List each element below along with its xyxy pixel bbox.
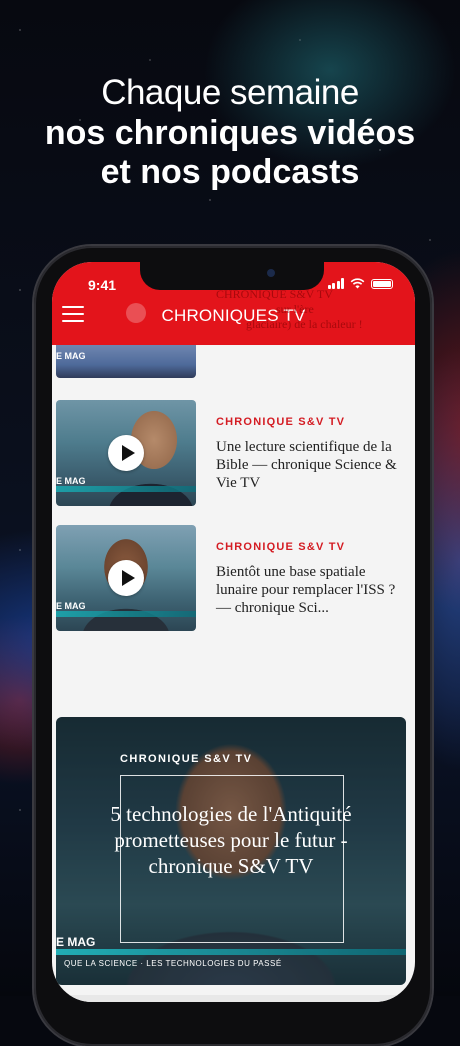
featured-title[interactable]: 5 technologies de l'Antiquité prometteus… <box>86 801 376 879</box>
featured-category: CHRONIQUE S&V TV <box>120 753 253 765</box>
play-icon[interactable] <box>108 435 144 471</box>
article-category: CHRONIQUE S&V TV <box>216 541 346 553</box>
featured-thumb-label: E MAG <box>56 935 96 949</box>
article-title[interactable]: Bientôt une base spatiale lunaire pour r… <box>216 563 406 617</box>
thumbnail-label: E MAG <box>56 601 86 611</box>
scrolled-item-ghost: CHRONIQUE S&V TV sur l'ère glaciaire) de… <box>126 287 363 332</box>
thumbnail-label: E MAG <box>56 476 86 486</box>
thumbnail-label: E MAG <box>56 351 86 361</box>
promo-headline: Chaque semaine nos chroniques vidéos et … <box>0 72 460 192</box>
video-thumbnail[interactable]: E MAG <box>56 400 196 506</box>
lower-third-bar <box>56 486 196 492</box>
featured-article[interactable]: CHRONIQUE S&V TV 5 technologies de l'Ant… <box>56 717 406 985</box>
promo-line-1: Chaque semaine <box>101 73 359 112</box>
lower-third-bar <box>56 949 406 955</box>
battery-icon <box>371 278 393 289</box>
promo-line-2: nos chroniques vidéos <box>44 114 416 152</box>
app-screen: 9:41 CHRONIQUES TV CHRONIQUE S&V TV sur … <box>52 262 415 1002</box>
ghost-play-icon <box>126 303 146 323</box>
phone-notch <box>140 262 324 290</box>
list-item[interactable]: E MAG CHRONIQUE S&V TV Une lecture scien… <box>56 400 415 506</box>
article-category: CHRONIQUE S&V TV <box>216 416 346 428</box>
article-title[interactable]: Une lecture scientifique de la Bible — c… <box>216 438 406 492</box>
play-icon[interactable] <box>108 560 144 596</box>
lower-third-bar <box>56 611 196 617</box>
featured-thumb-subtitle: QUE LA SCIENCE · LES TECHNOLOGIES DU PAS… <box>64 959 282 968</box>
bottom-strip <box>52 995 415 1002</box>
ghost-title-1: sur l'ère <box>276 302 314 316</box>
ghost-title-2: glaciaire) de la chaleur ! <box>246 317 363 331</box>
list-item[interactable]: E MAG CHRONIQUE S&V TV Bientôt une base … <box>56 525 415 631</box>
promo-line-3: et nos podcasts <box>100 153 360 191</box>
status-time: 9:41 <box>88 277 117 293</box>
front-camera <box>267 269 275 277</box>
partial-thumbnail[interactable]: E MAG <box>56 345 196 378</box>
video-thumbnail[interactable]: E MAG <box>56 525 196 631</box>
